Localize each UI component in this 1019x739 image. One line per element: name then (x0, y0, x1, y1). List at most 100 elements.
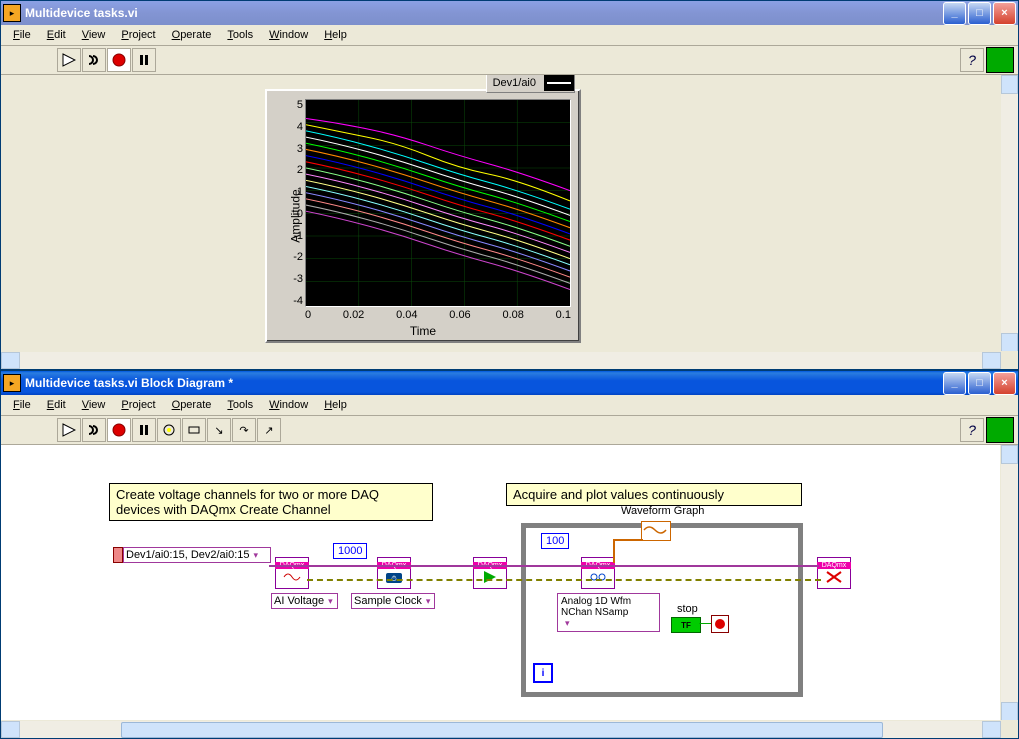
menu-tools[interactable]: Tools (219, 397, 261, 413)
channel-string-constant[interactable]: Dev1/ai0:15, Dev2/ai0:15 (123, 547, 271, 563)
x-axis-label: Time (410, 324, 436, 338)
menu-operate[interactable]: Operate (164, 397, 220, 413)
abort-button[interactable] (107, 48, 131, 72)
help-button[interactable]: ? (960, 418, 984, 442)
menu-window[interactable]: Window (261, 397, 316, 413)
read-selector[interactable]: Analog 1D Wfm NChan NSamp (557, 593, 660, 632)
highlight-execution-button[interactable] (157, 418, 181, 442)
titlebar[interactable]: ▸ Multidevice tasks.vi _ □ × (1, 1, 1018, 25)
pause-button[interactable] (132, 48, 156, 72)
node-header: DAQmx (817, 562, 851, 569)
waveform-graph[interactable]: Dev1/ai0 Amplitude 5 4 3 2 1 0 -1 -2 -3 … (265, 89, 581, 343)
minimize-button[interactable]: _ (943, 2, 966, 25)
tick: 0.1 (556, 309, 571, 323)
menu-help[interactable]: Help (316, 27, 355, 43)
menu-help[interactable]: Help (316, 397, 355, 413)
legend-swatch (544, 75, 574, 91)
stop-wire (699, 623, 711, 624)
vi-icon: ▸ (3, 4, 21, 22)
block-diagram-window: ▸ Multidevice tasks.vi Block Diagram * _… (0, 370, 1019, 739)
tick: 0.04 (396, 309, 417, 323)
tick: 0 (267, 208, 303, 220)
vi-connector-icon[interactable] (986, 47, 1014, 73)
menu-file[interactable]: File (5, 27, 39, 43)
step-out-button[interactable]: ↗ (257, 418, 281, 442)
daqmx-read-node[interactable]: DAQmx (581, 557, 615, 589)
pause-button[interactable] (132, 418, 156, 442)
menu-window[interactable]: Window (261, 27, 316, 43)
iter-text: i (542, 668, 545, 679)
horizontal-scrollbar[interactable] (1, 720, 1018, 738)
step-into-button[interactable]: ↘ (207, 418, 231, 442)
menu-file[interactable]: File (5, 397, 39, 413)
tick: -4 (267, 295, 303, 307)
tf-text: TF (681, 621, 691, 630)
io-control-icon (113, 547, 123, 563)
window-title: Multidevice tasks.vi (25, 6, 943, 20)
samples-constant[interactable]: 100 (541, 533, 569, 549)
tick: 3 (267, 143, 303, 155)
rate-constant[interactable]: 1000 (333, 543, 367, 559)
horizontal-scrollbar[interactable] (1, 351, 1018, 369)
tick: 4 (267, 121, 303, 133)
selector-text: Analog 1D Wfm NChan NSamp (561, 596, 645, 618)
plot-legend[interactable]: Dev1/ai0 (486, 75, 575, 93)
menu-edit[interactable]: Edit (39, 27, 74, 43)
abort-button[interactable] (107, 418, 131, 442)
menu-view[interactable]: View (74, 27, 114, 43)
step-over-button[interactable]: ↷ (232, 418, 256, 442)
sample-clock-selector[interactable]: Sample Clock (351, 593, 435, 609)
retain-wire-values-button[interactable] (182, 418, 206, 442)
minimize-button[interactable]: _ (943, 372, 966, 395)
window-title: Multidevice tasks.vi Block Diagram * (25, 376, 943, 390)
block-diagram-content[interactable]: Create voltage channels for two or more … (1, 445, 1018, 738)
scroll-corner (1001, 721, 1018, 738)
waveform-graph-indicator[interactable] (641, 521, 671, 541)
daqmx-clear-task-node[interactable]: DAQmx (817, 557, 851, 589)
tick: 2 (267, 164, 303, 176)
menu-project[interactable]: Project (113, 397, 163, 413)
menubar: File Edit View Project Operate Tools Win… (1, 395, 1018, 416)
daqmx-start-task-node[interactable]: DAQmx (473, 557, 507, 589)
loop-condition-terminal[interactable] (711, 615, 729, 633)
tick: -3 (267, 273, 303, 285)
tick: 1 (267, 186, 303, 198)
front-panel-content: Dev1/ai0 Amplitude 5 4 3 2 1 0 -1 -2 -3 … (1, 75, 1018, 369)
graph-wire-h (613, 539, 643, 541)
task-wire (269, 565, 819, 567)
daqmx-timing-node[interactable]: DAQmx⏱ (377, 557, 411, 589)
close-button[interactable]: × (993, 372, 1016, 395)
toolbar: ? (1, 46, 1018, 75)
iteration-terminal[interactable]: i (533, 663, 553, 683)
run-button[interactable] (57, 48, 81, 72)
titlebar[interactable]: ▸ Multidevice tasks.vi Block Diagram * _… (1, 371, 1018, 395)
close-button[interactable]: × (993, 2, 1016, 25)
menu-project[interactable]: Project (113, 27, 163, 43)
menu-edit[interactable]: Edit (39, 397, 74, 413)
tick: 5 (267, 99, 303, 111)
graph-wire-v (613, 539, 615, 563)
run-continuous-button[interactable] (82, 48, 106, 72)
tick: -2 (267, 251, 303, 263)
front-panel-window: ▸ Multidevice tasks.vi _ □ × File Edit V… (0, 0, 1019, 370)
menu-tools[interactable]: Tools (219, 27, 261, 43)
menu-view[interactable]: View (74, 397, 114, 413)
vi-connector-icon[interactable] (986, 417, 1014, 443)
tick: -1 (267, 230, 303, 242)
stop-button-terminal[interactable]: TF (671, 617, 701, 633)
scroll-corner (1001, 352, 1018, 369)
error-wire (307, 579, 821, 581)
ai-voltage-selector[interactable]: AI Voltage (271, 593, 338, 609)
daqmx-create-channel-node[interactable]: DAQmx (275, 557, 309, 589)
run-button[interactable] (57, 418, 81, 442)
vi-icon: ▸ (3, 374, 21, 392)
vertical-scrollbar[interactable] (1000, 75, 1018, 352)
help-button[interactable]: ? (960, 48, 984, 72)
run-continuous-button[interactable] (82, 418, 106, 442)
comment-acquire-plot[interactable]: Acquire and plot values continuously (506, 483, 802, 506)
comment-create-channels[interactable]: Create voltage channels for two or more … (109, 483, 433, 521)
maximize-button[interactable]: □ (968, 372, 991, 395)
menu-operate[interactable]: Operate (164, 27, 220, 43)
vertical-scrollbar[interactable] (1000, 445, 1018, 721)
maximize-button[interactable]: □ (968, 2, 991, 25)
